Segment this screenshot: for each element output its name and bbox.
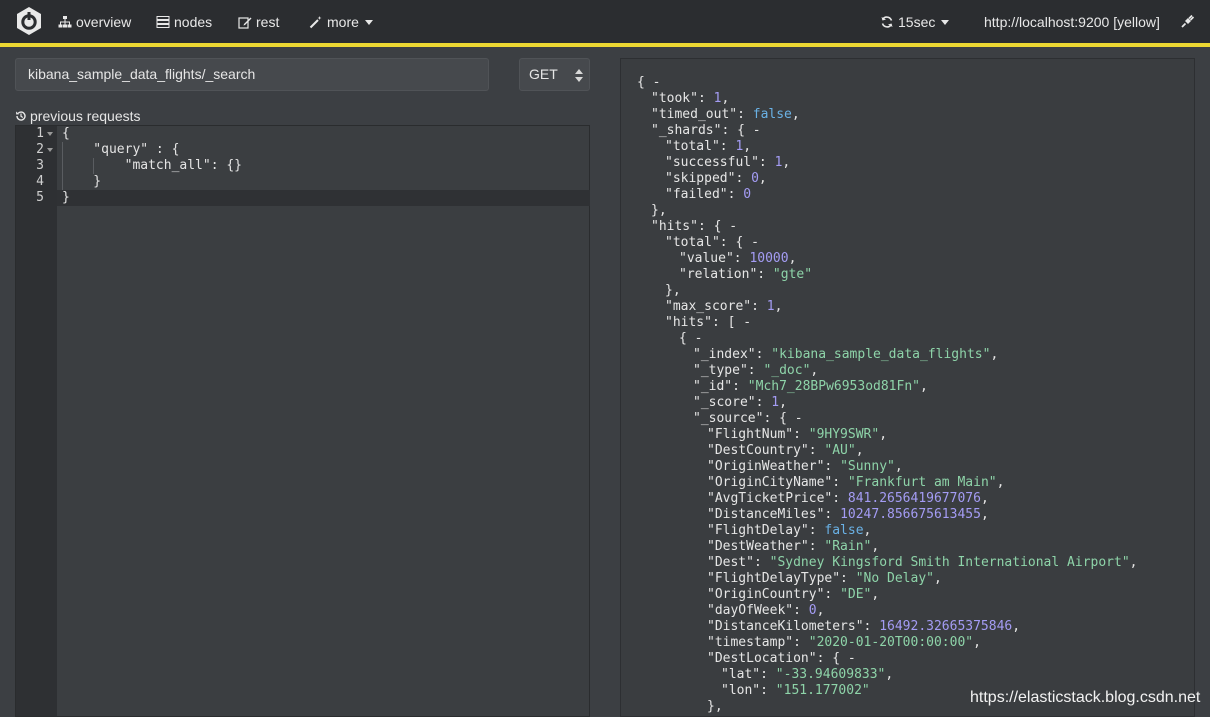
chevron-down-icon	[364, 19, 373, 25]
line-number: 1	[16, 126, 57, 142]
line-number: 2	[16, 142, 57, 158]
json-line-hits-total[interactable]: "total": { -	[665, 235, 759, 251]
line-number: 4	[36, 174, 44, 189]
json-line-hits-array[interactable]: "hits": [ -	[665, 315, 751, 331]
json-line-max-score: "max_score": 1,	[665, 299, 783, 314]
disconnect-plug-icon[interactable]	[1180, 14, 1195, 29]
json-line-id: "_id": "Mch7_28BPw6953od81Fn",	[693, 379, 928, 394]
json-line-flightnum: "FlightNum": "9HY9SWR",	[707, 427, 888, 442]
json-line-distancemiles: "DistanceMiles": 10247.856675613455,	[707, 507, 989, 522]
cluster-url-label: http://localhost:9200 [yellow]	[984, 14, 1160, 30]
json-line-source[interactable]: "_source": { -	[693, 411, 803, 427]
json-line-dest: "Dest": "Sydney Kingsford Smith Internat…	[707, 555, 1138, 570]
json-line-shards[interactable]: "_shards": { -	[651, 123, 761, 139]
server-icon	[156, 16, 170, 28]
nav-more-label: more	[327, 14, 359, 30]
json-close: },	[665, 283, 681, 298]
code-line: }	[62, 190, 70, 205]
json-line-avgticketprice: "AvgTicketPrice": 841.2656419677076,	[707, 491, 989, 506]
line-number: 5	[36, 190, 44, 205]
http-method-value: GET	[529, 66, 558, 82]
nav-rest[interactable]: rest	[238, 13, 279, 31]
watermark-text: https://elasticstack.blog.csdn.net	[970, 689, 1201, 706]
previous-requests-link[interactable]: previous requests	[15, 107, 141, 125]
code-line: "match_all": {}	[62, 158, 243, 173]
chevron-down-icon	[941, 19, 950, 25]
response-panel[interactable]: { - "took": 1, "timed_out": false, "_sha…	[620, 58, 1195, 717]
history-icon	[16, 111, 26, 121]
json-line-dayofweek: "dayOfWeek": 0,	[707, 603, 825, 618]
request-body-editor[interactable]: 1 2 3 4 5 { "query" : { "match_all": {} …	[15, 125, 590, 717]
json-close: },	[651, 203, 667, 218]
json-line-type: "_type": "_doc",	[693, 363, 819, 378]
select-arrows-icon	[575, 69, 583, 82]
code-line: "query" : {	[62, 142, 180, 157]
nav-overview[interactable]: overview	[58, 13, 131, 31]
json-close: },	[707, 699, 723, 714]
sitemap-icon	[58, 16, 72, 28]
json-line-total-value: "value": 10000,	[679, 251, 797, 266]
json-line-took: "took": 1,	[651, 91, 730, 106]
json-line-shards-total: "total": 1,	[665, 139, 752, 154]
json-line-score: "_score": 1,	[693, 395, 787, 410]
refresh-interval-label: 15sec	[898, 14, 936, 30]
fold-arrow-icon[interactable]	[47, 148, 53, 152]
json-line-shards-failed: "failed": 0	[665, 187, 752, 202]
magic-wand-icon	[309, 16, 322, 29]
cluster-status-bar	[0, 43, 1210, 47]
json-line-index: "_index": "kibana_sample_data_flights",	[693, 347, 999, 362]
cluster-url[interactable]: http://localhost:9200 [yellow]	[984, 13, 1160, 31]
nav-rest-label: rest	[256, 14, 280, 30]
json-line-origincountry: "OriginCountry": "DE",	[707, 587, 880, 602]
json-line-flightdelaytype: "FlightDelayType": "No Delay",	[707, 571, 942, 586]
json-line-shards-successful: "successful": 1,	[665, 155, 791, 170]
refresh-interval-dropdown[interactable]: 15sec	[880, 13, 950, 31]
json-line-originweather: "OriginWeather": "Sunny",	[707, 459, 903, 474]
json-line-timed-out: "timed_out": false,	[651, 107, 800, 122]
editor-gutter: 1 2 3 4 5	[16, 126, 57, 716]
nav-nodes[interactable]: nodes	[156, 13, 212, 31]
nav-overview-label: overview	[76, 14, 132, 30]
json-line-flightdelay: "FlightDelay": false,	[707, 523, 872, 538]
active-line-highlight	[57, 190, 590, 206]
http-method-select[interactable]: GET	[519, 58, 590, 91]
json-line-hits[interactable]: "hits": { -	[651, 219, 737, 235]
nav-nodes-label: nodes	[174, 14, 213, 30]
json-line-hit-object[interactable]: { -	[679, 331, 702, 347]
cerebro-logo-icon[interactable]	[14, 6, 44, 36]
edit-icon	[238, 17, 252, 29]
json-line-destcountry: "DestCountry": "AU",	[707, 443, 864, 458]
fold-arrow-icon[interactable]	[47, 132, 53, 136]
top-navbar: overview nodes rest more 15sec http://lo…	[0, 0, 1210, 43]
request-path-input[interactable]: kibana_sample_data_flights/_search	[15, 58, 489, 91]
json-line-distancekilometers: "DistanceKilometers": 16492.32665375846,	[707, 619, 1021, 634]
json-line-timestamp: "timestamp": "2020-01-20T00:00:00",	[707, 635, 981, 650]
json-line-lat: "lat": "-33.94609833",	[721, 667, 894, 682]
line-number: 3	[36, 158, 44, 173]
json-line-total-relation: "relation": "gte"	[679, 267, 813, 282]
json-line-shards-skipped: "skipped": 0,	[665, 171, 767, 186]
json-line-origincityname: "OriginCityName": "Frankfurt am Main",	[707, 475, 1005, 490]
previous-requests-label: previous requests	[30, 108, 141, 124]
json-line-lon: "lon": "151.177002"	[721, 683, 870, 698]
json-line-destlocation[interactable]: "DestLocation": { -	[707, 651, 856, 667]
refresh-icon	[881, 16, 893, 28]
code-line: {	[62, 126, 70, 141]
code-line: }	[62, 174, 102, 189]
json-line-destweather: "DestWeather": "Rain",	[707, 539, 880, 554]
nav-more-dropdown[interactable]: more	[309, 13, 373, 31]
json-open-brace[interactable]: { -	[637, 75, 660, 91]
